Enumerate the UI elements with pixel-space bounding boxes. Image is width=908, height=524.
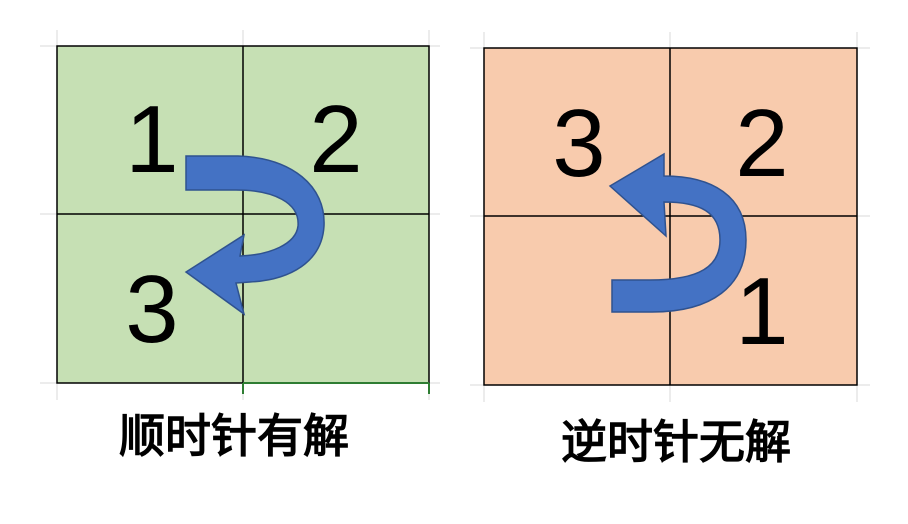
right-caption: 逆时针无解	[561, 415, 791, 469]
counterclockwise-arrow-icon	[608, 152, 747, 313]
clockwise-arrow-icon	[184, 155, 325, 316]
left-caption: 顺时针有解	[119, 409, 349, 463]
